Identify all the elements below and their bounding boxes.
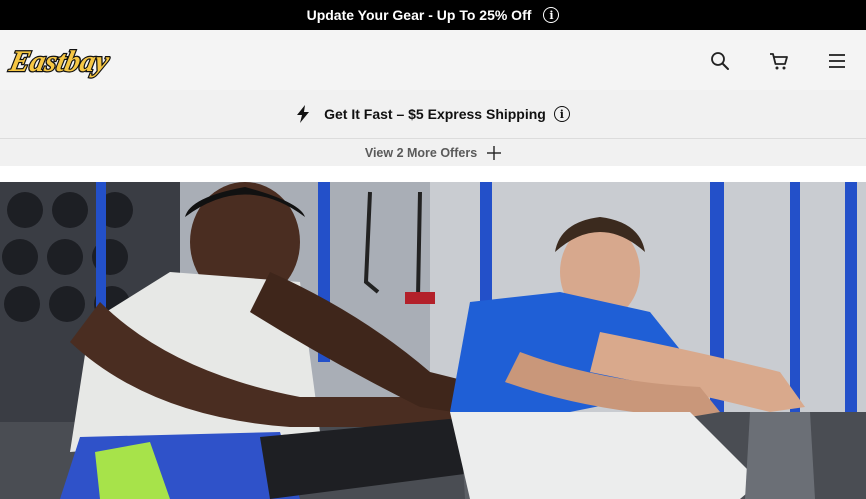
promo-bar[interactable]: Update Your Gear - Up To 25% Off i xyxy=(0,0,866,30)
search-icon[interactable] xyxy=(709,50,731,72)
eastbay-logo[interactable]: Eastbay xyxy=(6,35,114,83)
cart-icon[interactable] xyxy=(768,50,790,72)
promo-text: Update Your Gear - Up To 25% Off xyxy=(306,7,532,23)
offer-text: Get It Fast – $5 Express Shipping xyxy=(324,106,546,122)
hero-photo xyxy=(0,182,866,499)
info-icon[interactable]: i xyxy=(543,7,560,23)
offers-panel: Get It Fast – $5 Express Shipping i View… xyxy=(0,90,866,166)
more-offers-label: View 2 More Offers xyxy=(364,145,478,160)
svg-text:Eastbay: Eastbay xyxy=(6,44,113,78)
offer-shipping[interactable]: Get It Fast – $5 Express Shipping i xyxy=(0,90,866,138)
view-more-offers-button[interactable]: View 2 More Offers xyxy=(0,139,866,166)
site-header: Eastbay xyxy=(0,30,866,90)
lightning-icon xyxy=(297,105,310,123)
plus-icon xyxy=(487,145,502,160)
menu-icon[interactable] xyxy=(826,50,848,72)
hero-image[interactable] xyxy=(0,182,866,499)
info-icon[interactable]: i xyxy=(553,106,570,122)
